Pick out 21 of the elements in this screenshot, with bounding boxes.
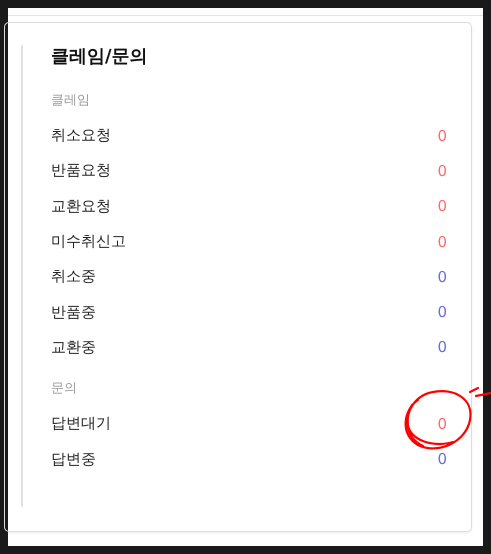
status-count[interactable]: 0 <box>437 232 447 251</box>
status-count[interactable]: 0 <box>437 414 447 433</box>
section-label: 문의 <box>51 380 78 398</box>
status-label: 취소중 <box>51 267 96 286</box>
status-count[interactable]: 0 <box>437 450 447 468</box>
status-label: 답변대기 <box>51 414 111 434</box>
status-label: 교환중 <box>51 338 96 357</box>
status-label: 미수취신고 <box>51 232 126 252</box>
panel-title: 클레임/문의 <box>51 45 149 68</box>
status-count[interactable]: 0 <box>437 303 447 322</box>
status-count[interactable]: 0 <box>437 126 447 145</box>
section-label: 클레임 <box>51 92 91 110</box>
status-label: 반품중 <box>51 302 96 322</box>
status-label: 반품요청 <box>51 161 111 180</box>
status-label: 취소요청 <box>51 126 111 146</box>
status-count[interactable]: 0 <box>437 162 447 180</box>
status-count[interactable]: 0 <box>437 268 447 286</box>
status-count[interactable]: 0 <box>437 197 447 216</box>
status-label: 교환요청 <box>51 196 111 216</box>
status-label: 답변중 <box>51 450 96 469</box>
status-count[interactable]: 0 <box>437 338 447 356</box>
